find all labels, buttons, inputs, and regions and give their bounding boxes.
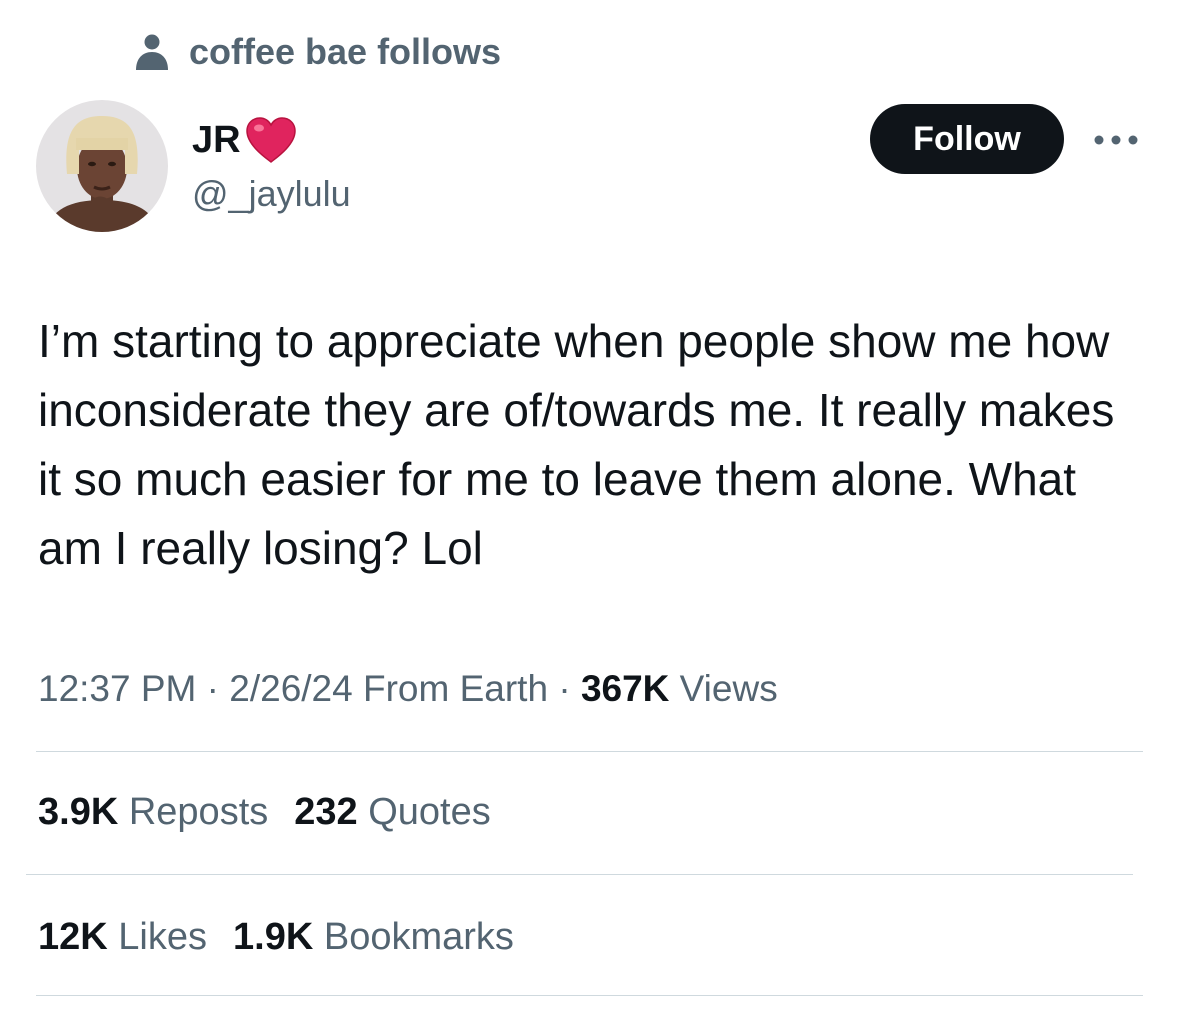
social-context[interactable]: coffee bae follows (135, 30, 501, 74)
reposts-label: Reposts (128, 791, 269, 833)
bookmarks-label: Bookmarks (323, 916, 514, 958)
views-count[interactable]: 367K (581, 668, 669, 709)
tweet-metadata: 12:37 PM · 2/26/24 From Earth · 367K Vie… (38, 665, 778, 713)
person-icon (135, 33, 169, 71)
likes-label: Likes (118, 916, 207, 958)
heart-emoji-icon (245, 116, 297, 164)
likes-stat[interactable]: 12K Likes (38, 912, 207, 962)
divider (36, 751, 1143, 752)
avatar[interactable] (36, 100, 168, 232)
avatar-image (36, 100, 168, 232)
tweet-time[interactable]: 12:37 PM (38, 668, 196, 709)
quotes-stat[interactable]: 232 Quotes (294, 787, 491, 837)
stats-row-reposts-quotes: 3.9K Reposts 232 Quotes (38, 787, 491, 837)
meta-separator: · (548, 668, 581, 709)
tweet-text: I’m starting to appreciate when people s… (38, 315, 1115, 574)
likes-count: 12K (38, 916, 108, 958)
bookmarks-stat[interactable]: 1.9K Bookmarks (233, 912, 514, 962)
reposts-stat[interactable]: 3.9K Reposts (38, 787, 268, 837)
social-context-text: coffee bae follows (189, 31, 502, 72)
meta-separator: · (196, 668, 230, 709)
follow-button[interactable]: Follow (870, 104, 1064, 174)
author-name[interactable]: JR (192, 116, 297, 164)
quotes-count: 232 (294, 791, 358, 833)
more-dots-icon[interactable] (1088, 122, 1144, 158)
quotes-label: Quotes (368, 791, 491, 833)
reposts-count: 3.9K (38, 791, 119, 833)
divider (36, 995, 1143, 996)
author-handle[interactable]: @_jaylulu (192, 170, 351, 218)
display-name-text: JR (192, 119, 241, 161)
divider (26, 874, 1133, 875)
views-label[interactable]: Views (680, 668, 778, 709)
bookmarks-count: 1.9K (233, 916, 314, 958)
stats-row-likes-bookmarks: 12K Likes 1.9K Bookmarks (38, 912, 514, 962)
tweet-date[interactable]: 2/26/24 (229, 668, 352, 709)
tweet-location: From Earth (363, 668, 549, 709)
